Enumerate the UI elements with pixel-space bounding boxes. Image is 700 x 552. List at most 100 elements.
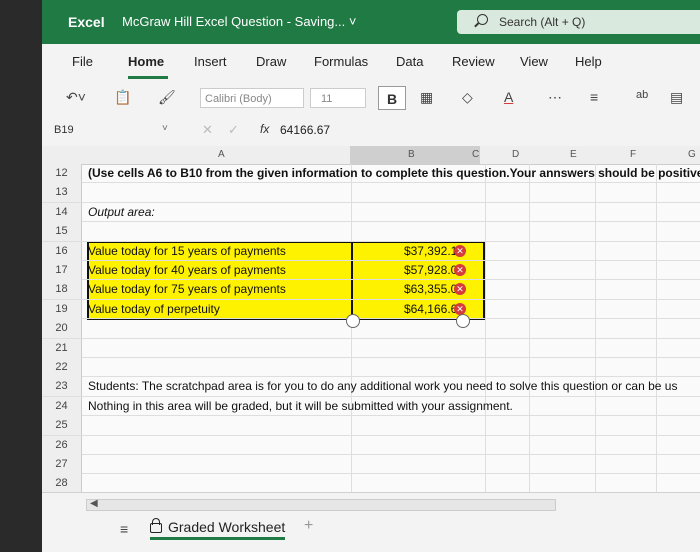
- table-row: 27: [42, 455, 700, 475]
- wrap-text-icon[interactable]: ab: [636, 89, 648, 101]
- cell-a12[interactable]: (Use cells A6 to B10 from the given info…: [88, 164, 700, 183]
- selection-handle[interactable]: [456, 314, 470, 328]
- table-row: 14 Output area:: [42, 202, 700, 223]
- search-box[interactable]: Search (Alt + Q): [457, 10, 700, 34]
- row-number[interactable]: 22: [42, 358, 82, 377]
- search-icon: [477, 14, 488, 25]
- table-row: 20: [42, 319, 700, 339]
- excel-window: Excel McGraw Hill Excel Question - Savin…: [42, 0, 700, 552]
- row-number[interactable]: 12: [42, 164, 82, 183]
- font-size-select[interactable]: 11: [310, 88, 366, 108]
- row-number[interactable]: 27: [42, 455, 82, 474]
- column-header-b[interactable]: B: [408, 149, 415, 160]
- name-box-dropdown-icon[interactable]: ˅: [162, 123, 168, 134]
- cell-a17[interactable]: Value today for 40 years of payments: [88, 261, 348, 280]
- table-row: 24 Nothing in this area will be graded, …: [42, 396, 700, 417]
- active-tab-indicator: [128, 76, 168, 79]
- tab-review[interactable]: Review: [452, 54, 495, 69]
- document-title[interactable]: McGraw Hill Excel Question - Saving... ˅: [122, 14, 356, 29]
- tab-help[interactable]: Help: [575, 54, 602, 69]
- merge-icon[interactable]: ▤: [670, 89, 683, 106]
- cell-b18[interactable]: $63,355.02: [354, 280, 464, 299]
- more-options-icon[interactable]: ⋯: [548, 89, 562, 106]
- selection-handle[interactable]: [346, 314, 360, 328]
- table-row: 16 Value today for 15 years of payments …: [42, 241, 700, 261]
- row-number[interactable]: 16: [42, 241, 82, 261]
- column-header-c[interactable]: C: [472, 149, 479, 160]
- sheet-tab-label: Graded Worksheet: [168, 519, 286, 535]
- fill-color-icon[interactable]: ◇: [462, 89, 473, 106]
- cancel-icon[interactable]: ✕: [202, 122, 213, 138]
- column-header-a[interactable]: A: [218, 149, 225, 160]
- tab-file[interactable]: File: [72, 54, 93, 69]
- all-sheets-menu-icon[interactable]: ≡: [120, 521, 128, 537]
- cell-b19[interactable]: $64,166.67: [354, 300, 464, 319]
- sheet-tab-graded-worksheet[interactable]: Graded Worksheet: [150, 518, 286, 540]
- add-sheet-icon[interactable]: +: [304, 517, 313, 535]
- cell-a16[interactable]: Value today for 15 years of payments: [88, 242, 348, 261]
- screen-bezel: [0, 0, 42, 552]
- cell-b16[interactable]: $37,392.16: [354, 242, 464, 261]
- error-icon[interactable]: ✕: [454, 283, 466, 296]
- table-row: 28: [42, 474, 700, 494]
- column-headers: A B C D E F G: [42, 146, 700, 165]
- row-number[interactable]: 20: [42, 319, 82, 339]
- bold-button[interactable]: B: [378, 86, 406, 110]
- table-row: 21: [42, 338, 700, 358]
- horizontal-scrollbar[interactable]: [86, 499, 556, 511]
- home-toolbar: ↶˅ 📋 🖌 Calibri (Body) 11 B ▦ ◇ A ⋯ ≡ ab …: [42, 80, 700, 117]
- tab-home[interactable]: Home: [128, 54, 164, 69]
- scroll-left-icon[interactable]: ◀: [90, 498, 98, 509]
- lock-icon: [150, 518, 162, 533]
- row-number[interactable]: 19: [42, 299, 82, 319]
- row-number[interactable]: 24: [42, 396, 82, 416]
- formula-bar: B19 ˅ ✕ ✓ fx 64166.67: [42, 116, 700, 147]
- formula-input[interactable]: 64166.67: [280, 123, 330, 137]
- column-header-d[interactable]: D: [512, 149, 519, 160]
- function-label[interactable]: fx: [260, 122, 269, 136]
- tab-draw[interactable]: Draw: [256, 54, 286, 69]
- name-box[interactable]: B19: [54, 124, 74, 136]
- row-number[interactable]: 17: [42, 261, 82, 280]
- font-name-select[interactable]: Calibri (Body): [200, 88, 304, 108]
- row-number[interactable]: 13: [42, 183, 82, 203]
- table-row: 17 Value today for 40 years of payments …: [42, 261, 700, 281]
- row-number[interactable]: 18: [42, 280, 82, 300]
- row-number[interactable]: 15: [42, 222, 82, 242]
- cell-a14[interactable]: Output area:: [88, 203, 348, 222]
- column-header-f[interactable]: F: [630, 149, 636, 160]
- table-row: 26: [42, 435, 700, 455]
- row-number[interactable]: 25: [42, 416, 82, 436]
- row-number[interactable]: 14: [42, 202, 82, 222]
- row-number[interactable]: 26: [42, 435, 82, 455]
- undo-icon[interactable]: ↶˅: [66, 89, 86, 106]
- font-color-icon[interactable]: A: [504, 89, 513, 105]
- table-row: 15: [42, 222, 700, 242]
- error-icon[interactable]: ✕: [454, 264, 466, 276]
- selected-column-highlight: [350, 146, 480, 164]
- borders-icon[interactable]: ▦: [420, 89, 433, 106]
- cell-b17[interactable]: $57,928.00: [354, 261, 464, 280]
- column-header-g[interactable]: G: [688, 149, 696, 160]
- tab-insert[interactable]: Insert: [194, 54, 227, 69]
- table-row: 18 Value today for 75 years of payments …: [42, 280, 700, 300]
- cell-a23[interactable]: Students: The scratchpad area is for you…: [88, 377, 700, 396]
- tab-data[interactable]: Data: [396, 54, 423, 69]
- tab-formulas[interactable]: Formulas: [314, 54, 368, 69]
- row-number[interactable]: 23: [42, 377, 82, 397]
- align-icon[interactable]: ≡: [590, 89, 598, 105]
- confirm-icon[interactable]: ✓: [228, 122, 239, 138]
- clipboard-icon[interactable]: 📋: [114, 89, 131, 106]
- row-number[interactable]: 21: [42, 338, 82, 358]
- table-row: 22: [42, 358, 700, 378]
- cell-a24[interactable]: Nothing in this area will be graded, but…: [88, 397, 700, 416]
- cell-a19[interactable]: Value today of perpetuity: [88, 300, 348, 319]
- error-icon[interactable]: ✕: [454, 302, 466, 315]
- tab-view[interactable]: View: [520, 54, 548, 69]
- cell-a18[interactable]: Value today for 75 years of payments: [88, 280, 348, 299]
- format-painter-icon[interactable]: 🖌: [158, 89, 176, 106]
- row-number[interactable]: 28: [42, 474, 82, 494]
- error-icon[interactable]: ✕: [454, 244, 466, 257]
- column-header-e[interactable]: E: [570, 149, 577, 160]
- table-row: 12 (Use cells A6 to B10 from the given i…: [42, 164, 700, 184]
